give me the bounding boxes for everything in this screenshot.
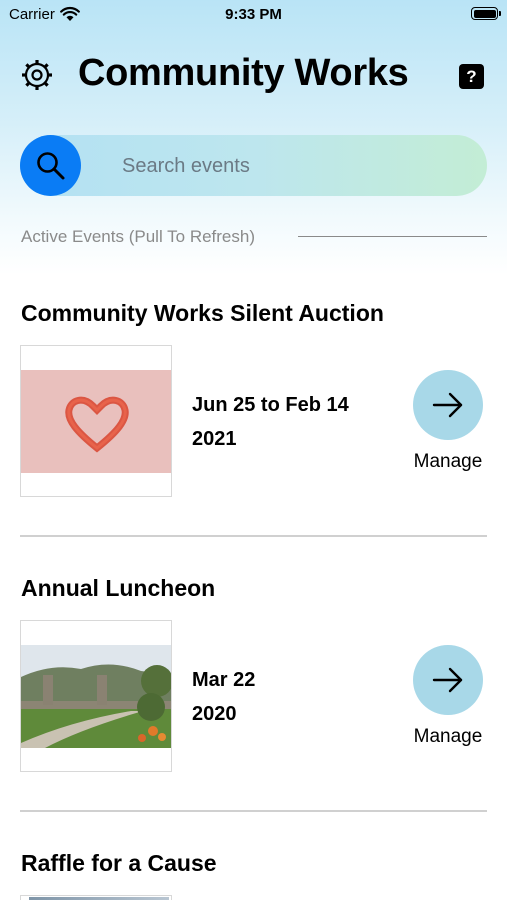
arrow-right-icon bbox=[432, 667, 463, 693]
search-bar bbox=[20, 135, 487, 196]
event-thumbnail[interactable] bbox=[20, 895, 172, 900]
event-divider bbox=[20, 810, 487, 812]
section-label: Active Events (Pull To Refresh) bbox=[21, 227, 255, 246]
event-date: Mar 22 2020 bbox=[192, 663, 255, 731]
manage-button[interactable] bbox=[413, 370, 483, 440]
manage-label[interactable]: Manage bbox=[400, 726, 496, 748]
search-input[interactable] bbox=[120, 147, 464, 185]
event-thumbnail[interactable] bbox=[20, 345, 172, 497]
search-button[interactable] bbox=[20, 135, 81, 196]
event-date-range: Mar 22 bbox=[192, 669, 256, 691]
section-divider bbox=[298, 236, 487, 237]
event-divider bbox=[20, 535, 487, 537]
help-icon[interactable]: ? bbox=[459, 64, 484, 89]
bridge-landscape-image bbox=[21, 645, 171, 748]
search-icon bbox=[37, 152, 65, 180]
arrow-right-icon bbox=[432, 392, 463, 418]
event-date-range: Jun 25 to Feb 14 bbox=[192, 394, 349, 416]
event-thumbnail[interactable] bbox=[20, 620, 172, 772]
page-title: Community Works bbox=[78, 52, 409, 94]
event-title: Annual Luncheon bbox=[21, 575, 216, 601]
status-bar: Carrier 9:33 PM bbox=[0, 0, 507, 30]
event-title: Community Works Silent Auction bbox=[21, 300, 384, 326]
event-year: 2020 bbox=[192, 703, 237, 725]
event-title: Raffle for a Cause bbox=[21, 850, 217, 876]
manage-button[interactable] bbox=[413, 645, 483, 715]
event-year: 2021 bbox=[192, 428, 237, 450]
battery-icon bbox=[471, 7, 501, 20]
event-date: Jun 25 to Feb 14 2021 bbox=[192, 388, 349, 456]
settings-gear-icon[interactable] bbox=[20, 58, 54, 92]
heart-painting-image bbox=[21, 370, 171, 473]
clock: 9:33 PM bbox=[225, 6, 282, 23]
manage-label[interactable]: Manage bbox=[400, 451, 496, 473]
